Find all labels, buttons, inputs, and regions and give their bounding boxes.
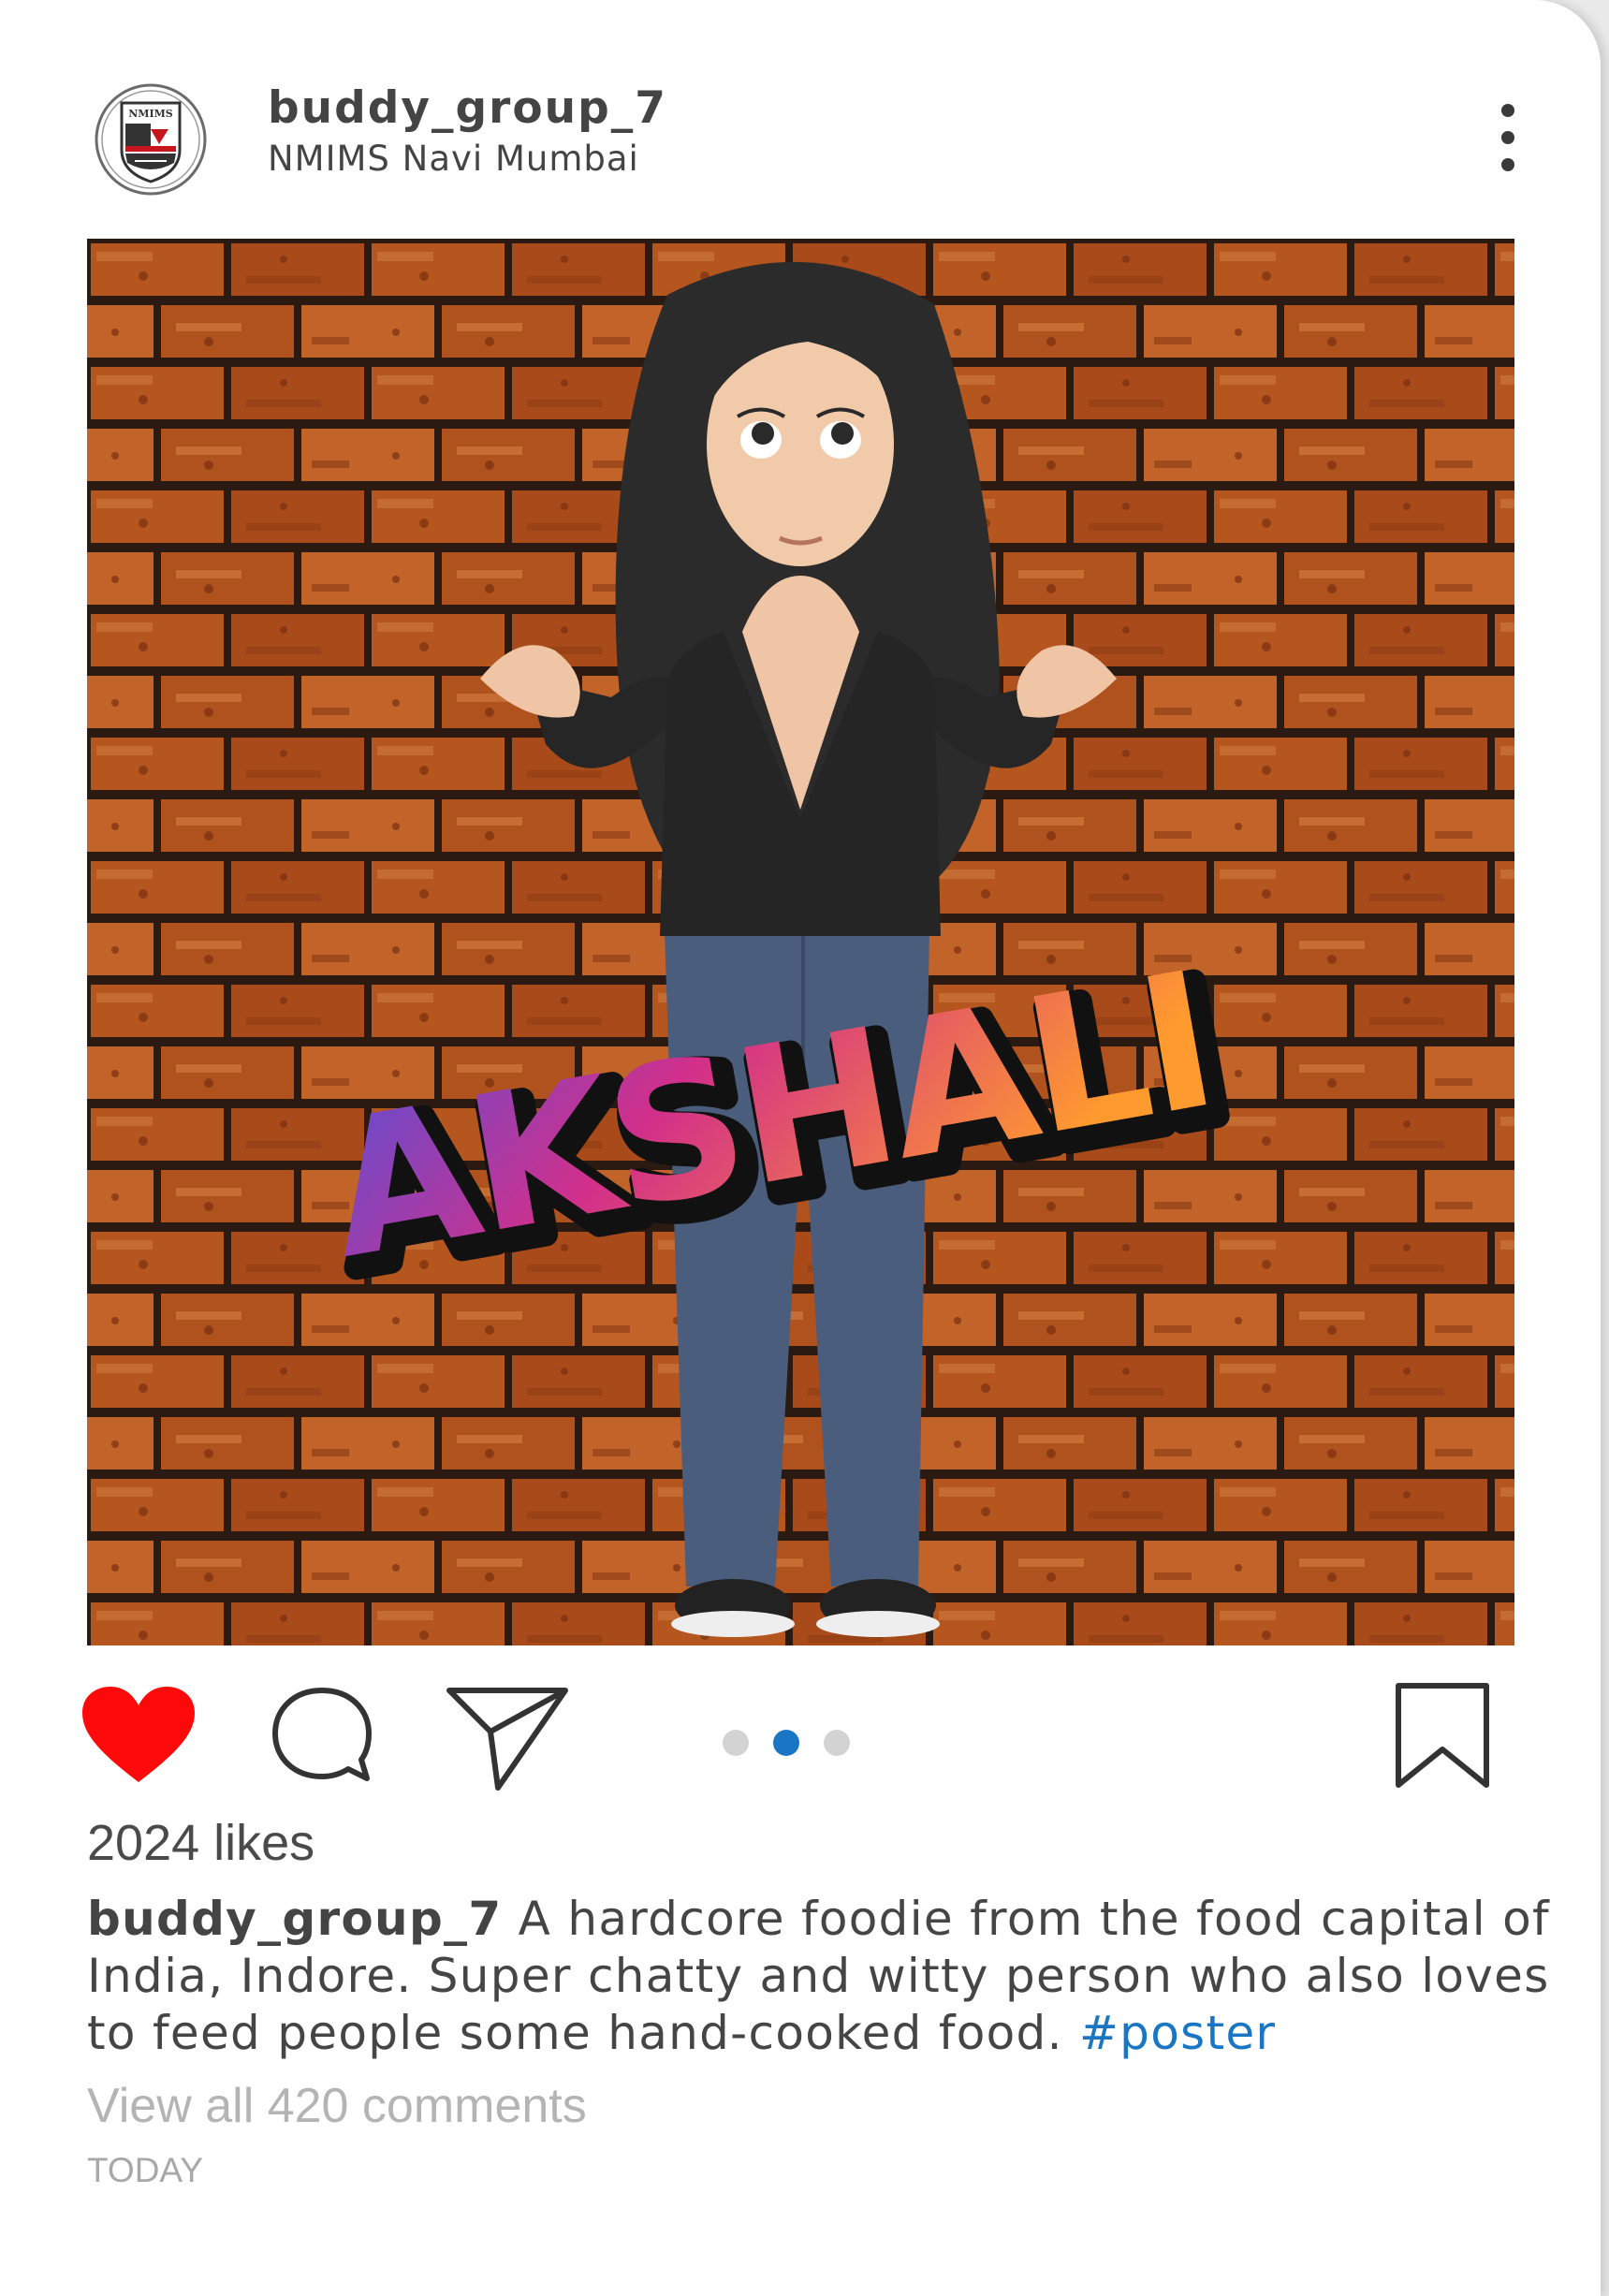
post-card: NMIMS buddy_group_7 NMIMS Navi Mumbai AK… bbox=[0, 0, 1601, 2296]
comment-icon bbox=[272, 1688, 372, 1781]
nmims-logo-icon: NMIMS bbox=[95, 83, 207, 196]
carousel-dot[interactable] bbox=[824, 1730, 850, 1756]
avatar[interactable]: NMIMS bbox=[94, 82, 208, 197]
logo-text: NMIMS bbox=[128, 108, 173, 120]
share-button[interactable] bbox=[446, 1685, 569, 1792]
post-timestamp: TODAY bbox=[87, 2151, 204, 2189]
post-image[interactable]: AKSHALI AKSHALI bbox=[87, 239, 1514, 1645]
caption-username[interactable]: buddy_group_7 bbox=[87, 1892, 502, 1946]
post-username[interactable]: buddy_group_7 bbox=[268, 82, 667, 134]
view-comments-link[interactable]: View all 420 comments bbox=[87, 2078, 587, 2134]
post-location[interactable]: NMIMS Navi Mumbai bbox=[268, 139, 639, 179]
hashtag-link[interactable]: #poster bbox=[1079, 2006, 1276, 2060]
more-options-button[interactable] bbox=[1485, 101, 1531, 176]
carousel-dot-active[interactable] bbox=[773, 1730, 799, 1756]
carousel-indicator bbox=[723, 1730, 854, 1758]
post-header: NMIMS buddy_group_7 NMIMS Navi Mumbai bbox=[0, 0, 1601, 225]
caption: buddy_group_7 A hardcore foodie from the… bbox=[87, 1891, 1566, 2062]
comment-button[interactable] bbox=[270, 1685, 374, 1788]
more-vertical-icon bbox=[1501, 104, 1514, 171]
carousel-dot[interactable] bbox=[723, 1730, 749, 1756]
heart-icon bbox=[82, 1687, 195, 1782]
like-button[interactable] bbox=[80, 1685, 197, 1788]
send-icon bbox=[446, 1688, 568, 1791]
likes-count[interactable]: 2024 likes bbox=[87, 1814, 314, 1872]
save-button[interactable] bbox=[1391, 1680, 1494, 1792]
bookmark-icon bbox=[1396, 1683, 1489, 1788]
